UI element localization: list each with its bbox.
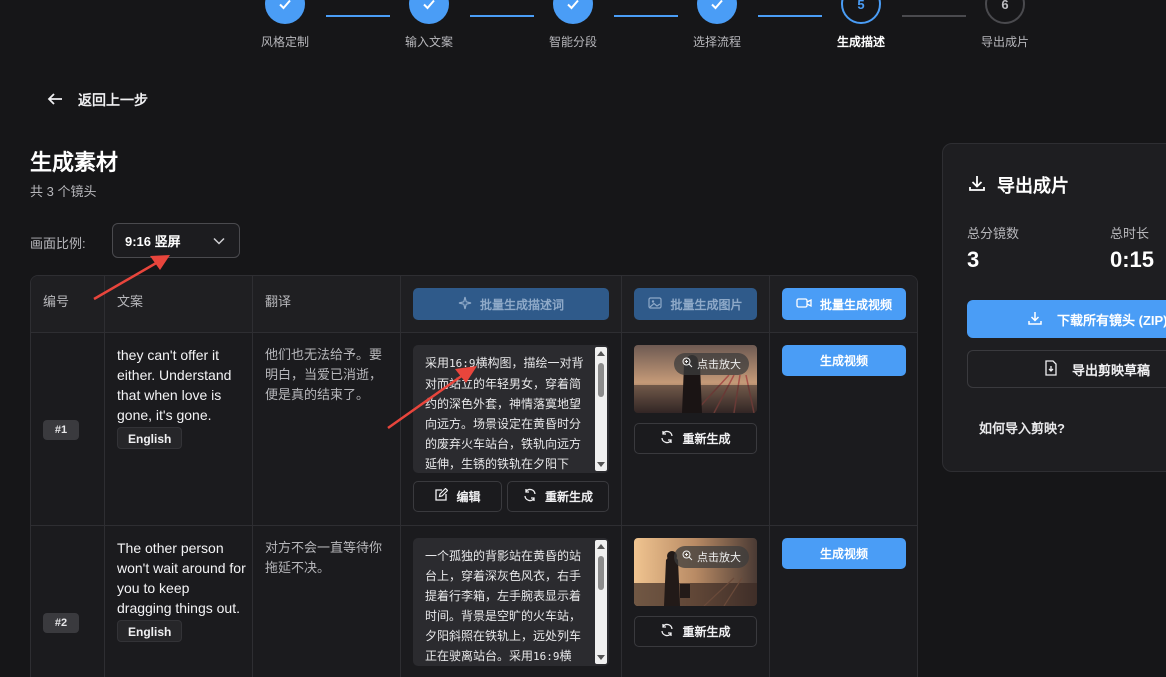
ratio-select[interactable]: 9:16 竖屏 — [112, 223, 240, 258]
header-copy: 文案 — [117, 294, 144, 309]
batch-desc-label: 批量生成描述词 — [479, 297, 564, 312]
import-help-link[interactable]: 如何导入剪映? — [979, 418, 1065, 437]
regenerate-image-button[interactable]: 重新生成 — [634, 616, 757, 647]
sparkle-icon — [458, 296, 472, 313]
step-connector — [902, 15, 966, 17]
total-duration-label: 总时长 — [1110, 226, 1150, 241]
desc-prefix: 一个孤独的背影站在黄昏的站台上，穿着深灰色风衣，右手提着行李箱，左手腕表显示着时… — [425, 549, 582, 663]
description-textarea[interactable]: 采用16:9横构图，描绘一对背对而站立的年轻男女，穿着简约的深色外套，神情落寞地… — [413, 345, 609, 473]
step-connector — [326, 15, 390, 17]
header-translation: 翻译 — [265, 294, 292, 309]
arrow-left-icon — [46, 92, 64, 109]
ratio-label: 画面比例: — [30, 236, 86, 251]
desc-rest: 横 — [559, 649, 572, 663]
export-panel: 导出成片 总分镜数 3 总时长 0:15 下载所有镜头 (ZIP) 导出剪映草稿… — [942, 143, 1166, 472]
check-icon — [553, 0, 593, 24]
copy-cell: they can't offer it either. Understand t… — [117, 345, 247, 449]
generate-video-button[interactable]: 生成视频 — [782, 538, 906, 569]
batch-video-label: 批量生成视频 — [819, 297, 892, 312]
copy-text: The other person won't wait around for y… — [117, 540, 246, 616]
batch-image-label: 批量生成图片 — [670, 297, 743, 312]
scrollbar[interactable] — [595, 540, 607, 664]
description-textarea[interactable]: 一个孤独的背影站在黄昏的站台上，穿着深灰色风衣，右手提着行李箱，左手腕表显示着时… — [413, 538, 609, 666]
regenerate-desc-button[interactable]: 重新生成 — [507, 481, 609, 512]
export-header: 导出成片 — [967, 172, 1069, 198]
zoom-label: 点击放大 — [697, 359, 741, 371]
img-regen-label: 重新生成 — [682, 625, 731, 639]
step-label: 输入文案 — [404, 35, 453, 49]
check-icon — [409, 0, 449, 24]
step-label: 风格定制 — [260, 35, 309, 49]
step-label: 导出成片 — [980, 35, 1029, 49]
desc-ratio: 16:9 — [449, 357, 476, 370]
language-tag: English — [117, 620, 183, 642]
regen-label: 重新生成 — [544, 490, 593, 504]
table-row: #2 The other person won't wait around fo… — [31, 526, 917, 677]
batch-generate-desc-button[interactable]: 批量生成描述词 — [413, 288, 609, 320]
progress-stepper: 风格定制 输入文案 智能分段 选择流程 5 生成描述 6 导出成片 — [0, 0, 1166, 60]
refresh-icon — [660, 430, 674, 447]
shots-table: 编号 文案 翻译 批量生成描述词 批量生成图片 批量生成视频 #1 they c… — [30, 275, 918, 677]
chevron-down-icon — [213, 233, 225, 248]
scrollbar[interactable] — [595, 347, 607, 471]
image-icon — [648, 296, 663, 313]
shot-count: 共 3 个镜头 — [30, 184, 97, 199]
zoom-button[interactable]: 点击放大 — [674, 546, 749, 568]
step-connector — [470, 15, 534, 17]
total-shots-label: 总分镜数 — [967, 226, 1020, 241]
shot-thumbnail[interactable]: 点击放大 — [634, 345, 757, 413]
download-all-label: 下载所有镜头 (ZIP) — [1057, 312, 1166, 328]
download-icon — [1027, 310, 1043, 329]
step-label: 生成描述 — [836, 35, 885, 49]
batch-generate-image-button[interactable]: 批量生成图片 — [634, 288, 757, 320]
check-icon — [697, 0, 737, 24]
step-label: 选择流程 — [692, 35, 741, 49]
table-row: #1 they can't offer it either. Understan… — [31, 333, 917, 526]
copy-text: they can't offer it either. Understand t… — [117, 347, 232, 423]
download-icon — [967, 173, 987, 198]
step-number: 5 — [841, 0, 881, 24]
generate-video-button[interactable]: 生成视频 — [782, 345, 906, 376]
translation-text: 对方不会一直等待你拖延不决。 — [265, 540, 383, 575]
edit-label: 编辑 — [456, 490, 481, 504]
check-icon — [265, 0, 305, 24]
file-download-icon — [1044, 359, 1058, 379]
total-shots-value: 3 — [967, 247, 980, 272]
refresh-icon — [660, 623, 674, 640]
step-label: 智能分段 — [548, 35, 597, 49]
desc-rest: 横构图，描绘一对背对而站立的年轻男女，穿着简约的深色外套，神情落寞地望向远方。场… — [425, 356, 584, 471]
back-button[interactable]: 返回上一步 — [46, 90, 148, 110]
shot-badge: #1 — [43, 420, 79, 440]
refresh-icon — [523, 488, 537, 505]
zoom-label: 点击放大 — [697, 552, 741, 564]
copy-cell: The other person won't wait around for y… — [117, 538, 247, 642]
video-camera-icon — [796, 297, 812, 312]
back-label: 返回上一步 — [78, 92, 148, 108]
edit-icon — [434, 487, 449, 505]
export-draft-button[interactable]: 导出剪映草稿 — [967, 350, 1166, 388]
zoom-button[interactable]: 点击放大 — [674, 353, 749, 375]
shot-thumbnail[interactable]: 点击放大 — [634, 538, 757, 606]
download-all-button[interactable]: 下载所有镜头 (ZIP) — [967, 300, 1166, 338]
shot-badge: #2 — [43, 613, 79, 633]
img-regen-label: 重新生成 — [682, 432, 731, 446]
page-title: 生成素材 — [30, 150, 119, 175]
edit-button[interactable]: 编辑 — [413, 481, 502, 512]
step-connector — [614, 15, 678, 17]
desc-prefix: 采用 — [425, 356, 450, 370]
step-connector — [758, 15, 822, 17]
zoom-in-icon — [682, 357, 693, 371]
total-duration-value: 0:15 — [1110, 247, 1155, 272]
regenerate-image-button[interactable]: 重新生成 — [634, 423, 757, 454]
step-number: 6 — [985, 0, 1025, 24]
export-draft-label: 导出剪映草稿 — [1072, 362, 1151, 378]
export-title: 导出成片 — [997, 176, 1069, 196]
header-number: 编号 — [43, 294, 70, 309]
desc-ratio: 16:9 — [533, 650, 560, 663]
language-tag: English — [117, 427, 183, 449]
batch-generate-video-button[interactable]: 批量生成视频 — [782, 288, 906, 320]
translation-text: 他们也无法给予。要明白，当爱已消逝，便是真的结束了。 — [265, 347, 383, 402]
zoom-in-icon — [682, 550, 693, 564]
ratio-value: 9:16 竖屏 — [125, 234, 181, 249]
